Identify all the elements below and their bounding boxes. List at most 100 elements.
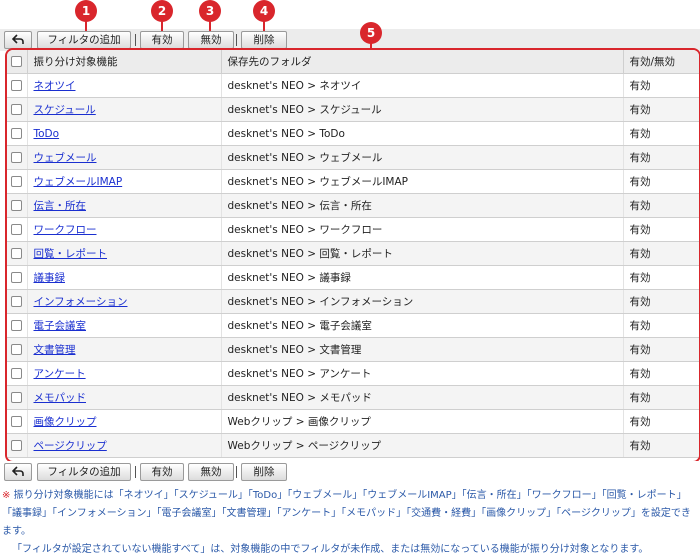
function-link[interactable]: スケジュール [34,104,96,116]
function-link[interactable]: インフォメーション [34,296,128,308]
status-cell: 有効 [623,97,699,122]
function-cell: ワークフロー [27,217,222,242]
function-link[interactable]: ウェブメールIMAP [34,176,123,188]
table-row: 文書管理 desknet's NEO > 文書管理 有効 [7,337,699,362]
function-link[interactable]: 電子会議室 [34,320,87,332]
table-row: インフォメーション desknet's NEO > インフォメーション 有効 [7,289,699,314]
table-row: 電子会議室 desknet's NEO > 電子会議室 有効 [7,313,699,338]
row-checkbox[interactable] [11,296,23,307]
folder-cell: desknet's NEO > ネオツイ [221,73,624,98]
delete-button[interactable]: 削除 [241,31,287,49]
row-checkbox[interactable] [11,344,23,355]
function-link[interactable]: 伝言・所在 [34,200,87,212]
function-link[interactable]: 議事録 [34,272,66,284]
status-cell: 有効 [623,337,699,362]
folder-cell: desknet's NEO > 文書管理 [221,337,624,362]
delete-button[interactable]: 削除 [241,463,287,481]
enable-button[interactable]: 有効 [140,31,184,49]
back-arrow-icon [5,34,31,45]
back-button[interactable] [4,463,32,481]
row-checkbox[interactable] [11,224,23,235]
function-link[interactable]: ネオツイ [34,80,76,92]
row-select-cell [7,97,28,122]
function-link[interactable]: ウェブメール [34,152,97,164]
callout-3: 3 [199,0,221,22]
callout-1: 1 [75,0,97,22]
function-cell: アンケート [27,361,222,386]
table-row: ウェブメールIMAP desknet's NEO > ウェブメールIMAP 有効 [7,169,699,194]
toolbar-separator [135,34,136,46]
row-checkbox[interactable] [11,248,23,259]
row-checkbox[interactable] [11,440,23,451]
callout-2: 2 [151,0,173,22]
toolbar-separator [135,466,136,478]
function-link[interactable]: ワークフロー [34,224,97,236]
row-checkbox[interactable] [11,80,23,91]
row-select-cell [7,337,28,362]
function-cell: スケジュール [27,97,222,122]
back-button[interactable] [4,31,32,49]
row-checkbox[interactable] [11,200,23,211]
select-all-cell [7,50,28,74]
row-select-cell [7,385,28,410]
folder-cell: desknet's NEO > メモパッド [221,385,624,410]
function-cell: 電子会議室 [27,313,222,338]
folder-cell: desknet's NEO > 伝言・所在 [221,193,624,218]
row-checkbox[interactable] [11,176,23,187]
help-note-text-1: 振り分け対象機能には「ネオツイ」「スケジュール」「ToDo」「ウェブメール」「ウ… [2,490,691,537]
row-select-cell [7,241,28,266]
column-header-function: 振り分け対象機能 [27,50,222,74]
function-link[interactable]: 回覧・レポート [34,248,108,260]
status-cell: 有効 [623,361,699,386]
help-note: ※ 振り分け対象機能には「ネオツイ」「スケジュール」「ToDo」「ウェブメール」… [2,487,696,559]
row-checkbox[interactable] [11,152,23,163]
row-checkbox[interactable] [11,416,23,427]
row-checkbox[interactable] [11,128,23,139]
status-cell: 有効 [623,385,699,410]
function-link[interactable]: 画像クリップ [34,416,97,428]
function-link[interactable]: メモパッド [34,392,87,404]
status-cell: 有効 [623,433,699,458]
folder-cell: desknet's NEO > 回覧・レポート [221,241,624,266]
status-cell: 有効 [623,241,699,266]
enable-button[interactable]: 有効 [140,463,184,481]
row-checkbox[interactable] [11,320,23,331]
back-arrow-icon [5,466,31,477]
column-header-status: 有効/無効 [623,50,699,74]
row-select-cell [7,265,28,290]
row-select-cell [7,121,28,146]
status-cell: 有効 [623,193,699,218]
row-checkbox[interactable] [11,272,23,283]
function-link[interactable]: 文書管理 [34,344,76,356]
function-cell: 回覧・レポート [27,241,222,266]
select-all-checkbox[interactable] [11,56,23,67]
row-checkbox[interactable] [11,392,23,403]
table-row: ネオツイ desknet's NEO > ネオツイ 有効 [7,73,699,98]
function-cell: メモパッド [27,385,222,410]
function-cell: 伝言・所在 [27,193,222,218]
table-row: アンケート desknet's NEO > アンケート 有効 [7,361,699,386]
folder-cell: desknet's NEO > ToDo [221,121,624,146]
table-header-row: 振り分け対象機能 保存先のフォルダ 有効/無効 [7,50,699,74]
function-cell: 文書管理 [27,337,222,362]
row-checkbox[interactable] [11,104,23,115]
add-filter-button[interactable]: フィルタの追加 [37,31,131,49]
help-note-line-1: ※ 振り分け対象機能には「ネオツイ」「スケジュール」「ToDo」「ウェブメール」… [2,487,696,541]
toolbar-separator [236,466,237,478]
function-link[interactable]: ToDo [34,128,60,140]
row-checkbox[interactable] [11,368,23,379]
disable-button[interactable]: 無効 [188,463,234,481]
toolbar-bottom: フィルタの追加 有効 無効 削除 [0,461,700,483]
function-cell: 画像クリップ [27,409,222,434]
table-row: 議事録 desknet's NEO > 議事録 有効 [7,265,699,290]
row-select-cell [7,313,28,338]
add-filter-button[interactable]: フィルタの追加 [37,463,131,481]
row-select-cell [7,193,28,218]
table-row: ToDo desknet's NEO > ToDo 有効 [7,121,699,146]
row-select-cell [7,169,28,194]
function-link[interactable]: アンケート [34,368,86,380]
folder-cell: Webクリップ > ページクリップ [221,433,624,458]
folder-cell: Webクリップ > 画像クリップ [221,409,624,434]
disable-button[interactable]: 無効 [188,31,234,49]
function-link[interactable]: ページクリップ [34,440,107,452]
